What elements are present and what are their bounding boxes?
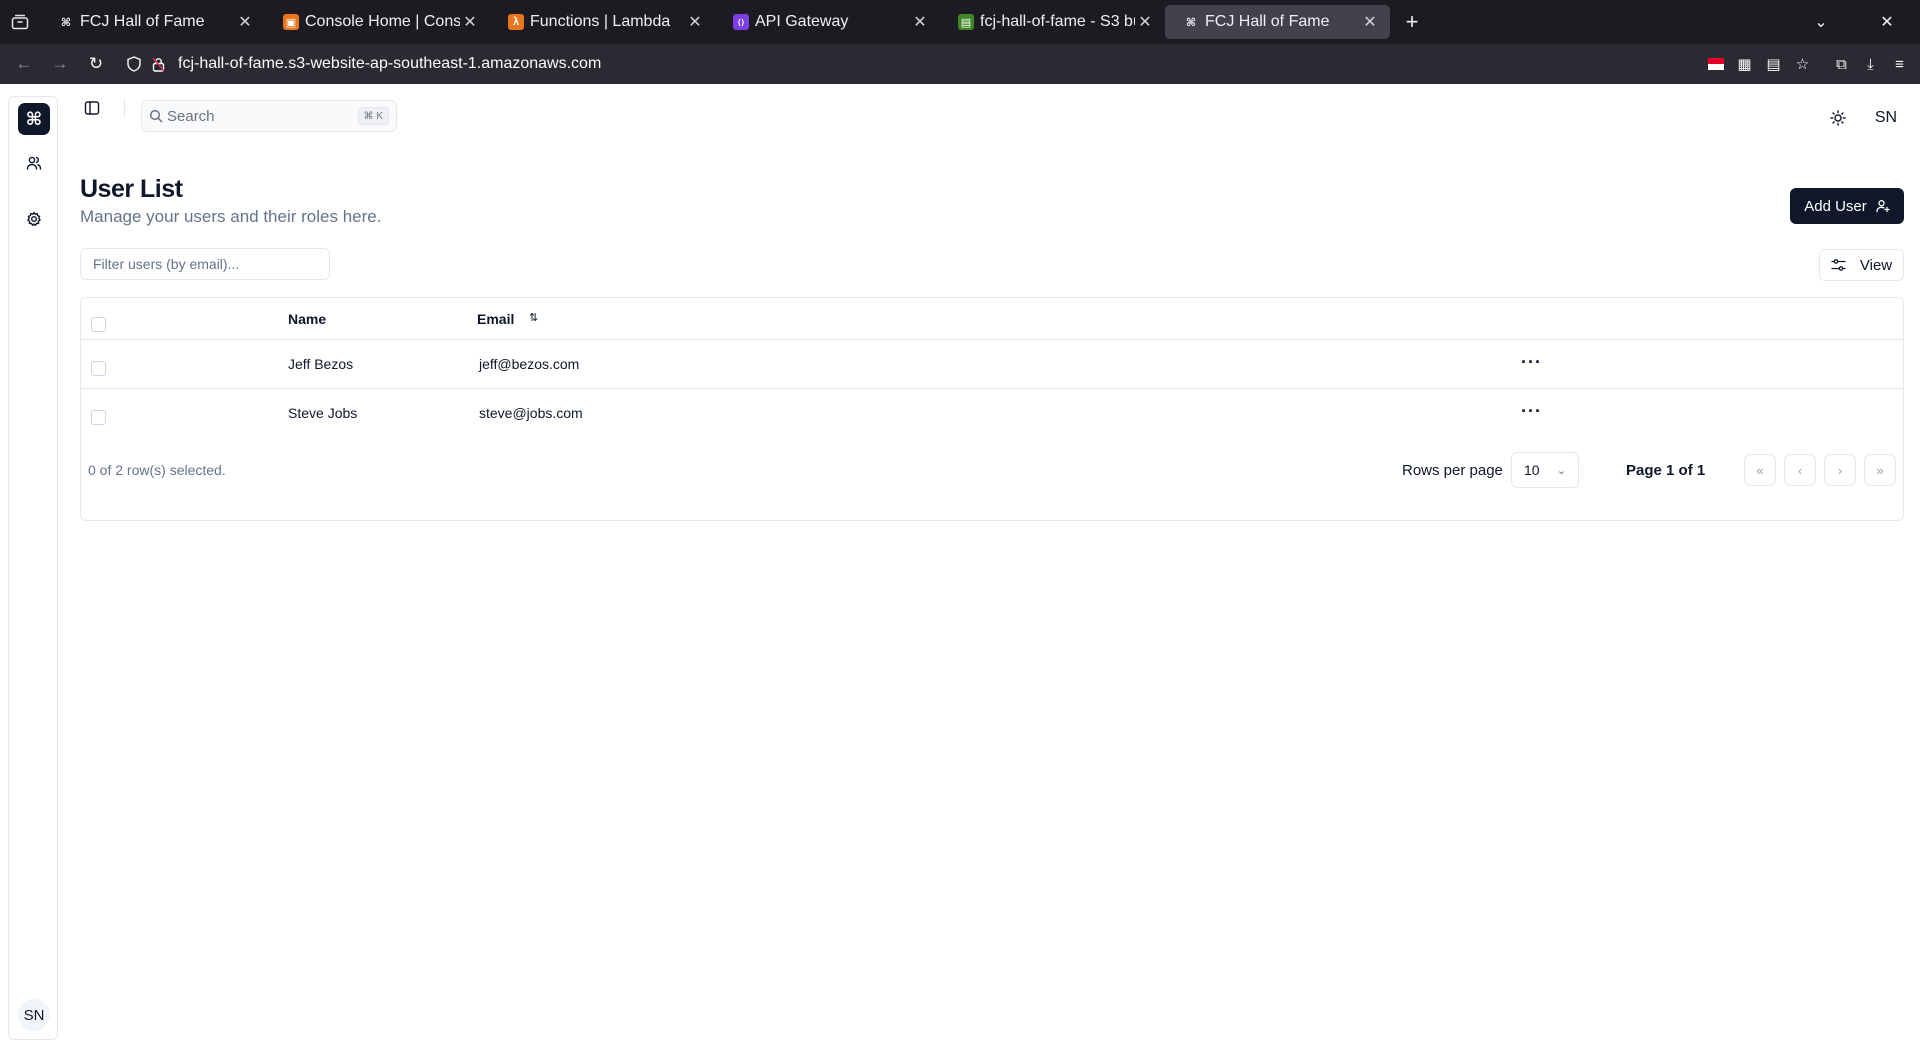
browser-tab[interactable]: ▣ Console Home | Console ✕: [265, 5, 490, 39]
previous-page-icon[interactable]: ‹: [1784, 454, 1816, 486]
command-logo-icon[interactable]: ⌘: [18, 103, 50, 135]
tab-title: fcj-hall-of-fame - S3 bucket: [980, 13, 1135, 30]
lock-icon[interactable]: [146, 57, 170, 72]
row-checkbox[interactable]: [91, 410, 106, 425]
row-actions-ellipsis-icon[interactable]: ···: [1521, 352, 1542, 373]
browser-tab[interactable]: ⌘ FCJ Hall of Fame ✕: [40, 5, 265, 39]
browser-nav-bar: ← → ↻ fcj-hall-of-fame.s3-website-ap-sou…: [0, 44, 1920, 84]
extensions-icon[interactable]: ⧉: [1827, 48, 1856, 80]
close-icon[interactable]: ✕: [1135, 12, 1155, 32]
aws-console-favicon-icon: ▣: [283, 14, 299, 30]
window-close-icon[interactable]: ✕: [1854, 0, 1920, 44]
next-page-icon[interactable]: ›: [1824, 454, 1856, 486]
tab-overview-icon[interactable]: [0, 0, 40, 44]
command-favicon-icon: ⌘: [1185, 16, 1197, 29]
column-header-name: Name: [288, 311, 327, 327]
api-gateway-favicon-icon: ⟨⟩: [733, 14, 749, 30]
shield-icon[interactable]: [122, 56, 146, 72]
sort-icon[interactable]: ⇅: [529, 311, 538, 324]
app-topbar: Search ⌘ K SN: [58, 84, 1920, 132]
reload-icon[interactable]: ↻: [78, 48, 114, 80]
table-row: Steve Jobs steve@jobs.com ···: [81, 389, 1903, 438]
user-name: Jeff Bezos: [288, 356, 354, 372]
add-user-button[interactable]: Add User: [1790, 188, 1904, 224]
add-user-label: Add User: [1804, 197, 1867, 215]
selection-status: 0 of 2 row(s) selected.: [88, 462, 226, 478]
tab-title: FCJ Hall of Fame: [1205, 13, 1330, 30]
browser-tab[interactable]: ⟨⟩ API Gateway ✕: [715, 5, 940, 39]
row-actions-ellipsis-icon[interactable]: ···: [1521, 401, 1542, 422]
close-icon[interactable]: ✕: [235, 12, 255, 32]
bookmark-star-icon[interactable]: ☆: [1788, 48, 1817, 80]
user-email: steve@jobs.com: [479, 405, 583, 421]
user-avatar[interactable]: SN: [1868, 100, 1904, 136]
url-text: fcj-hall-of-fame.s3-website-ap-southeast…: [178, 55, 602, 72]
row-checkbox[interactable]: [91, 361, 106, 376]
sliders-icon: [1831, 258, 1846, 272]
page-indicator: Page 1 of 1: [1626, 462, 1706, 479]
back-icon[interactable]: ←: [6, 48, 42, 80]
last-page-icon[interactable]: »: [1864, 454, 1896, 486]
reader-view-icon[interactable]: ▤: [1759, 48, 1788, 80]
user-email: jeff@bezos.com: [479, 356, 580, 372]
settings-gear-icon[interactable]: [22, 207, 46, 231]
rows-per-page-select[interactable]: 10 ⌄: [1511, 452, 1579, 488]
search-input[interactable]: Search ⌘ K: [141, 100, 397, 132]
filter-email-input[interactable]: Filter users (by email)...: [80, 248, 330, 280]
user-plus-icon: [1876, 199, 1890, 213]
theme-toggle-sun-icon[interactable]: [1826, 106, 1850, 130]
user-name: Steve Jobs: [288, 405, 358, 421]
search-shortcut-badge: ⌘ K: [357, 107, 389, 125]
rows-per-page-label: Rows per page: [1402, 462, 1503, 479]
icon-sidebar: ⌘ SN: [8, 96, 58, 1040]
lambda-favicon-icon: λ: [508, 14, 524, 30]
tab-title: Console Home | Console: [305, 13, 460, 30]
table-header-row: Name Email ⇅: [81, 298, 1903, 340]
downloads-icon[interactable]: ⤓: [1856, 48, 1885, 80]
search-icon: [149, 109, 163, 123]
browser-tab-active[interactable]: ⌘ FCJ Hall of Fame ✕: [1165, 5, 1390, 39]
users-table: Name Email ⇅ Jeff Bezos jeff@bezos.com ·…: [80, 297, 1904, 521]
app-root: ⌘ SN Search ⌘ K SN User List Manage your…: [0, 84, 1920, 1048]
users-icon[interactable]: [22, 151, 46, 175]
browser-tab[interactable]: λ Functions | Lambda ✕: [490, 5, 715, 39]
close-icon[interactable]: ✕: [685, 12, 705, 32]
view-label: View: [1859, 256, 1893, 274]
close-icon[interactable]: ✕: [1360, 12, 1380, 32]
command-favicon-icon: ⌘: [60, 16, 72, 29]
extension-grid-icon[interactable]: ▦: [1730, 48, 1759, 80]
tab-title: FCJ Hall of Fame: [80, 13, 205, 30]
table-row: Jeff Bezos jeff@bezos.com ···: [81, 340, 1903, 389]
flag-icon[interactable]: [1701, 48, 1730, 80]
tab-list-chevron-icon[interactable]: ⌄: [1788, 0, 1854, 44]
sidebar-toggle-icon[interactable]: [80, 96, 104, 120]
select-all-checkbox[interactable]: [91, 317, 106, 332]
search-placeholder: Search: [167, 107, 215, 125]
url-bar[interactable]: fcj-hall-of-fame.s3-website-ap-southeast…: [122, 48, 1701, 80]
close-icon[interactable]: ✕: [910, 12, 930, 32]
page-subtitle: Manage your users and their roles here.: [80, 207, 382, 226]
rows-per-page-value: 10: [1524, 462, 1540, 478]
column-header-email[interactable]: Email: [477, 311, 514, 327]
view-options-button[interactable]: View: [1819, 249, 1904, 281]
first-page-icon[interactable]: «: [1744, 454, 1776, 486]
divider: [124, 98, 125, 118]
page-title: User List: [80, 175, 183, 203]
browser-tab-strip: ⌘ FCJ Hall of Fame ✕ ▣ Console Home | Co…: [0, 0, 1920, 44]
tab-title: Functions | Lambda: [530, 13, 671, 30]
sidebar-avatar[interactable]: SN: [18, 999, 50, 1031]
browser-tab[interactable]: ▤ fcj-hall-of-fame - S3 bucket ✕: [940, 5, 1165, 39]
s3-favicon-icon: ▤: [958, 14, 974, 30]
chevron-down-icon: ⌄: [1556, 464, 1566, 477]
menu-icon[interactable]: ≡: [1885, 48, 1914, 80]
tab-title: API Gateway: [755, 13, 849, 30]
forward-icon[interactable]: →: [42, 48, 78, 80]
close-icon[interactable]: ✕: [460, 12, 480, 32]
new-tab-icon[interactable]: +: [1394, 5, 1430, 39]
